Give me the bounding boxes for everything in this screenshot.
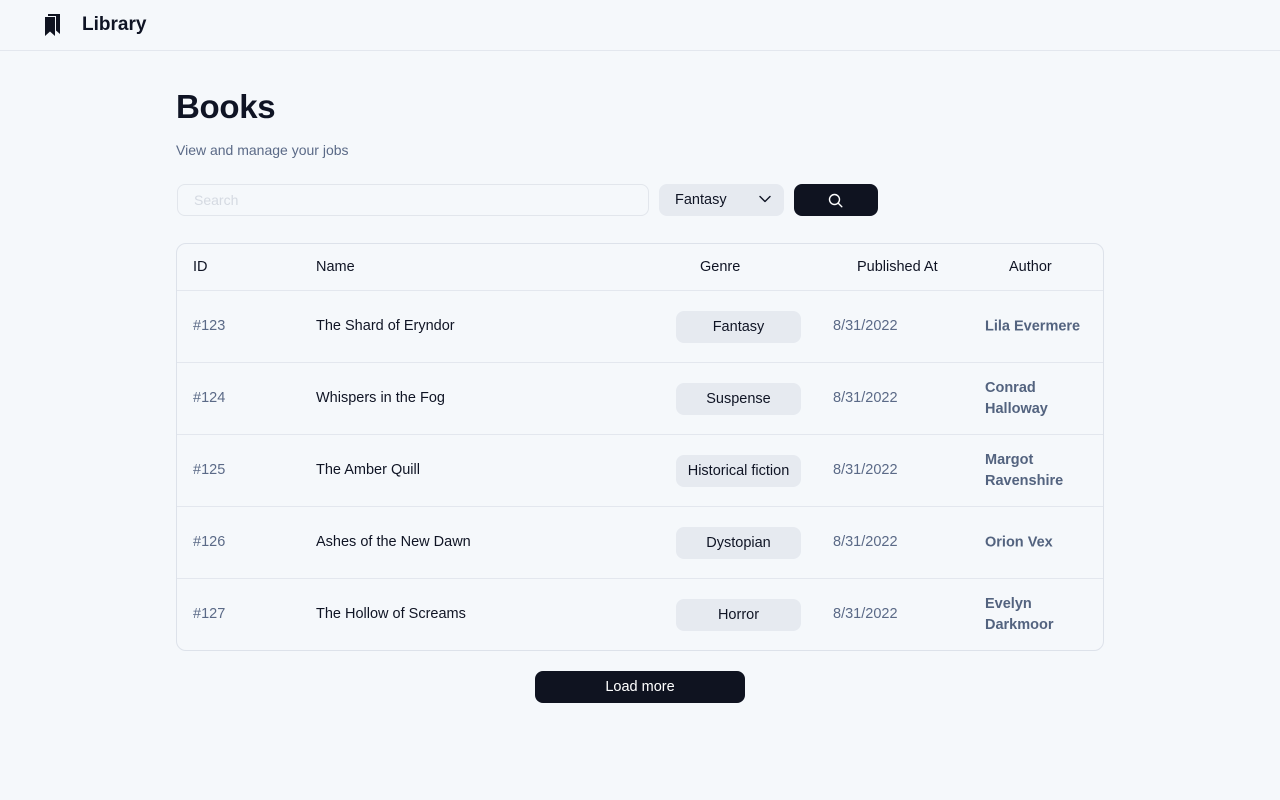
page-subtitle: View and manage your jobs bbox=[176, 142, 349, 158]
book-name: The Shard of Eryndor bbox=[316, 318, 455, 334]
author-link[interactable]: Lila Evermere bbox=[985, 316, 1095, 337]
book-name: The Amber Quill bbox=[316, 462, 420, 478]
author-link[interactable]: Evelyn Darkmoor bbox=[985, 594, 1095, 636]
page-title: Books bbox=[176, 88, 276, 125]
column-header-id[interactable]: ID bbox=[193, 259, 208, 275]
published-date: 8/31/2022 bbox=[833, 462, 898, 478]
published-date: 8/31/2022 bbox=[833, 390, 898, 406]
books-table: ID Name Genre Published At Author #123 T… bbox=[176, 243, 1104, 651]
column-header-genre[interactable]: Genre bbox=[700, 259, 740, 275]
book-id: #124 bbox=[193, 390, 226, 406]
book-id: #125 bbox=[193, 462, 226, 478]
author-link[interactable]: Margot Ravenshire bbox=[985, 450, 1095, 492]
author-link[interactable]: Orion Vex bbox=[985, 532, 1095, 553]
table-row[interactable]: #124 Whispers in the Fog Suspense 8/31/2… bbox=[177, 363, 1103, 435]
load-more-button[interactable]: Load more bbox=[535, 671, 745, 703]
book-name: The Hollow of Screams bbox=[316, 606, 466, 622]
published-date: 8/31/2022 bbox=[833, 318, 898, 334]
genre-select[interactable]: Fantasy bbox=[659, 184, 784, 216]
chevron-down-icon bbox=[759, 195, 771, 203]
genre-badge: Horror bbox=[676, 599, 801, 631]
bookmarks-icon bbox=[45, 14, 60, 36]
genre-badge: Fantasy bbox=[676, 311, 801, 343]
column-header-published-at[interactable]: Published At bbox=[857, 259, 938, 275]
author-link[interactable]: Conrad Halloway bbox=[985, 378, 1095, 420]
search-button[interactable] bbox=[794, 184, 878, 216]
table-row[interactable]: #127 The Hollow of Screams Horror 8/31/2… bbox=[177, 579, 1103, 650]
table-header: ID Name Genre Published At Author bbox=[177, 244, 1103, 291]
book-id: #127 bbox=[193, 606, 226, 622]
column-header-author[interactable]: Author bbox=[1009, 259, 1052, 275]
book-name: Whispers in the Fog bbox=[316, 390, 445, 406]
app-title: Library bbox=[82, 14, 147, 35]
table-row[interactable]: #125 The Amber Quill Historical fiction … bbox=[177, 435, 1103, 507]
table-row[interactable]: #123 The Shard of Eryndor Fantasy 8/31/2… bbox=[177, 291, 1103, 363]
top-bar: Library bbox=[0, 0, 1280, 51]
search-input[interactable] bbox=[177, 184, 649, 216]
genre-badge: Dystopian bbox=[676, 527, 801, 559]
column-header-name[interactable]: Name bbox=[316, 259, 355, 275]
table-row[interactable]: #126 Ashes of the New Dawn Dystopian 8/3… bbox=[177, 507, 1103, 579]
genre-badge: Suspense bbox=[676, 383, 801, 415]
published-date: 8/31/2022 bbox=[833, 606, 898, 622]
book-id: #126 bbox=[193, 534, 226, 550]
genre-badge: Historical fiction bbox=[676, 455, 801, 487]
published-date: 8/31/2022 bbox=[833, 534, 898, 550]
book-name: Ashes of the New Dawn bbox=[316, 534, 471, 550]
search-icon bbox=[828, 193, 843, 208]
genre-select-value: Fantasy bbox=[675, 192, 727, 208]
book-id: #123 bbox=[193, 318, 226, 334]
